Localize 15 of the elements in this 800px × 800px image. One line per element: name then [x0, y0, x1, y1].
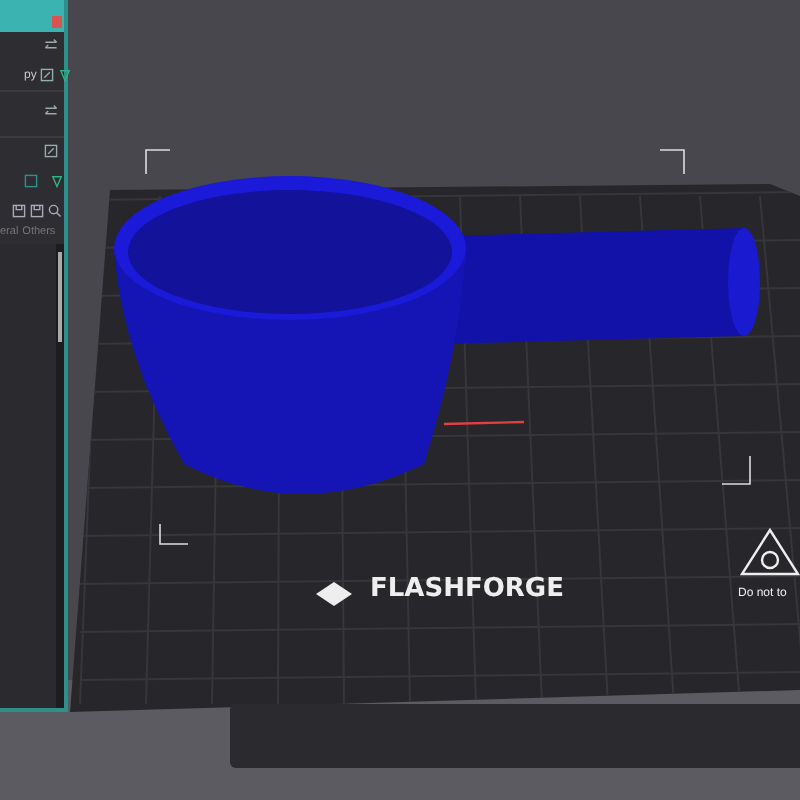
brand-logo [316, 582, 352, 606]
swap-icon[interactable] [44, 104, 58, 118]
scrollbar[interactable] [56, 244, 64, 708]
save-icon[interactable] [30, 203, 44, 217]
spool-icon[interactable] [50, 173, 64, 187]
edit-icon[interactable] [44, 144, 58, 158]
spool-icon[interactable] [58, 68, 73, 82]
search-icon[interactable] [48, 203, 62, 217]
axis-line [443, 420, 525, 426]
save-icon[interactable] [12, 203, 26, 217]
square-icon[interactable] [24, 173, 38, 187]
swap-icon[interactable] [44, 38, 58, 52]
edit-icon[interactable] [40, 68, 55, 82]
warning-icon [739, 527, 800, 576]
plate-brand: FLASHFORGE [370, 574, 564, 604]
